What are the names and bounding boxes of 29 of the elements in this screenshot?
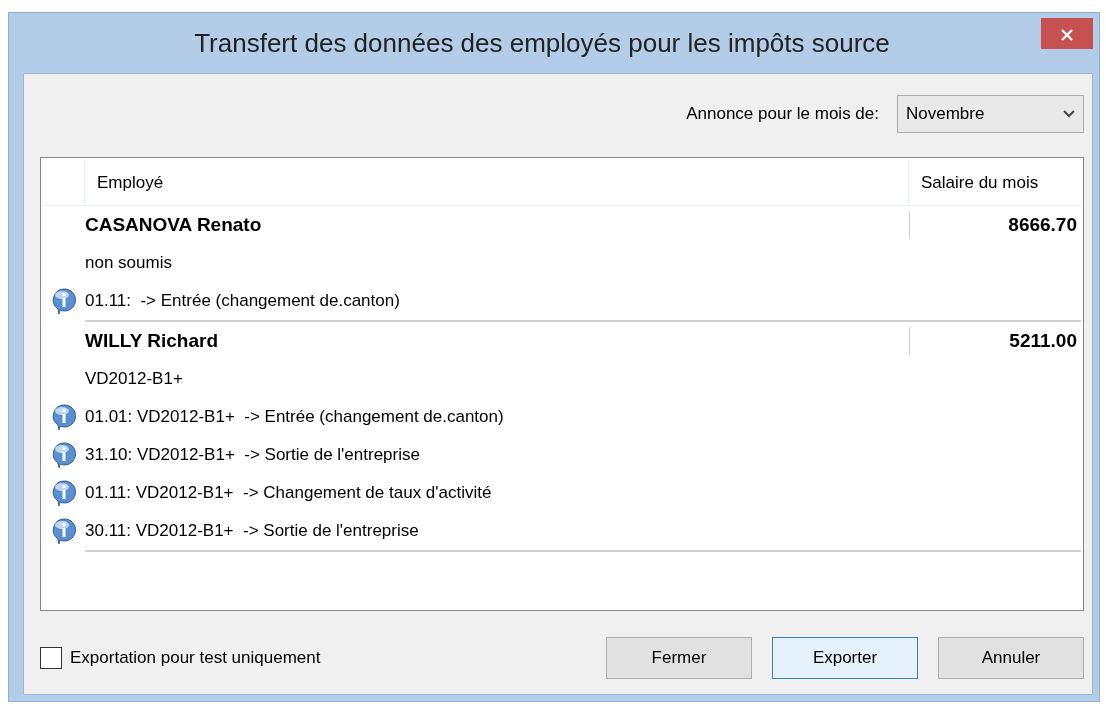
dialog-button[interactable]: Fermer <box>606 637 752 679</box>
close-button[interactable] <box>1041 17 1093 49</box>
event-text: 01.11: -> Entrée (changement de.canton) <box>85 290 400 313</box>
tax-code: VD2012-B1+ <box>85 368 183 391</box>
event-text: 01.11: VD2012-B1+ -> Changement de taux d'activité <box>85 482 492 505</box>
event-text: 01.01: VD2012-B1+ -> Entrée (changement de.canton) <box>85 406 504 429</box>
employee-name: CASANOVA Renato <box>85 212 263 237</box>
column-header[interactable]: Employé <box>85 160 909 205</box>
checkbox-label: Exportation pour test uniquement <box>70 647 321 670</box>
info-icon <box>51 517 77 545</box>
salary-value: 5211.00 <box>909 326 1081 356</box>
dialog-button[interactable]: Annuler <box>938 637 1084 679</box>
month-label: Annonce pour le mois de: <box>686 103 879 126</box>
tax-code: non soumis <box>85 252 172 275</box>
info-icon <box>51 287 77 315</box>
close-icon <box>1060 27 1074 42</box>
month-dropdown[interactable]: Novembre <box>897 95 1084 133</box>
info-icon <box>51 441 77 469</box>
chevron-icon <box>1063 110 1075 118</box>
window-title: Transfert des données des employés pour les impôts source <box>193 26 891 60</box>
info-icon <box>51 479 77 507</box>
info-icon <box>51 403 77 431</box>
dialog-button[interactable]: Exporter <box>772 637 918 679</box>
employee-name: WILLY Richard <box>85 328 220 353</box>
column-header[interactable]: Salaire du mois <box>909 160 1081 205</box>
checkbox[interactable] <box>40 647 62 669</box>
event-text: 31.10: VD2012-B1+ -> Sortie de l'entreprise <box>85 444 420 467</box>
event-text: 30.11: VD2012-B1+ -> Sortie de l'entreprise <box>85 520 419 543</box>
salary-value: 8666.70 <box>909 210 1081 240</box>
